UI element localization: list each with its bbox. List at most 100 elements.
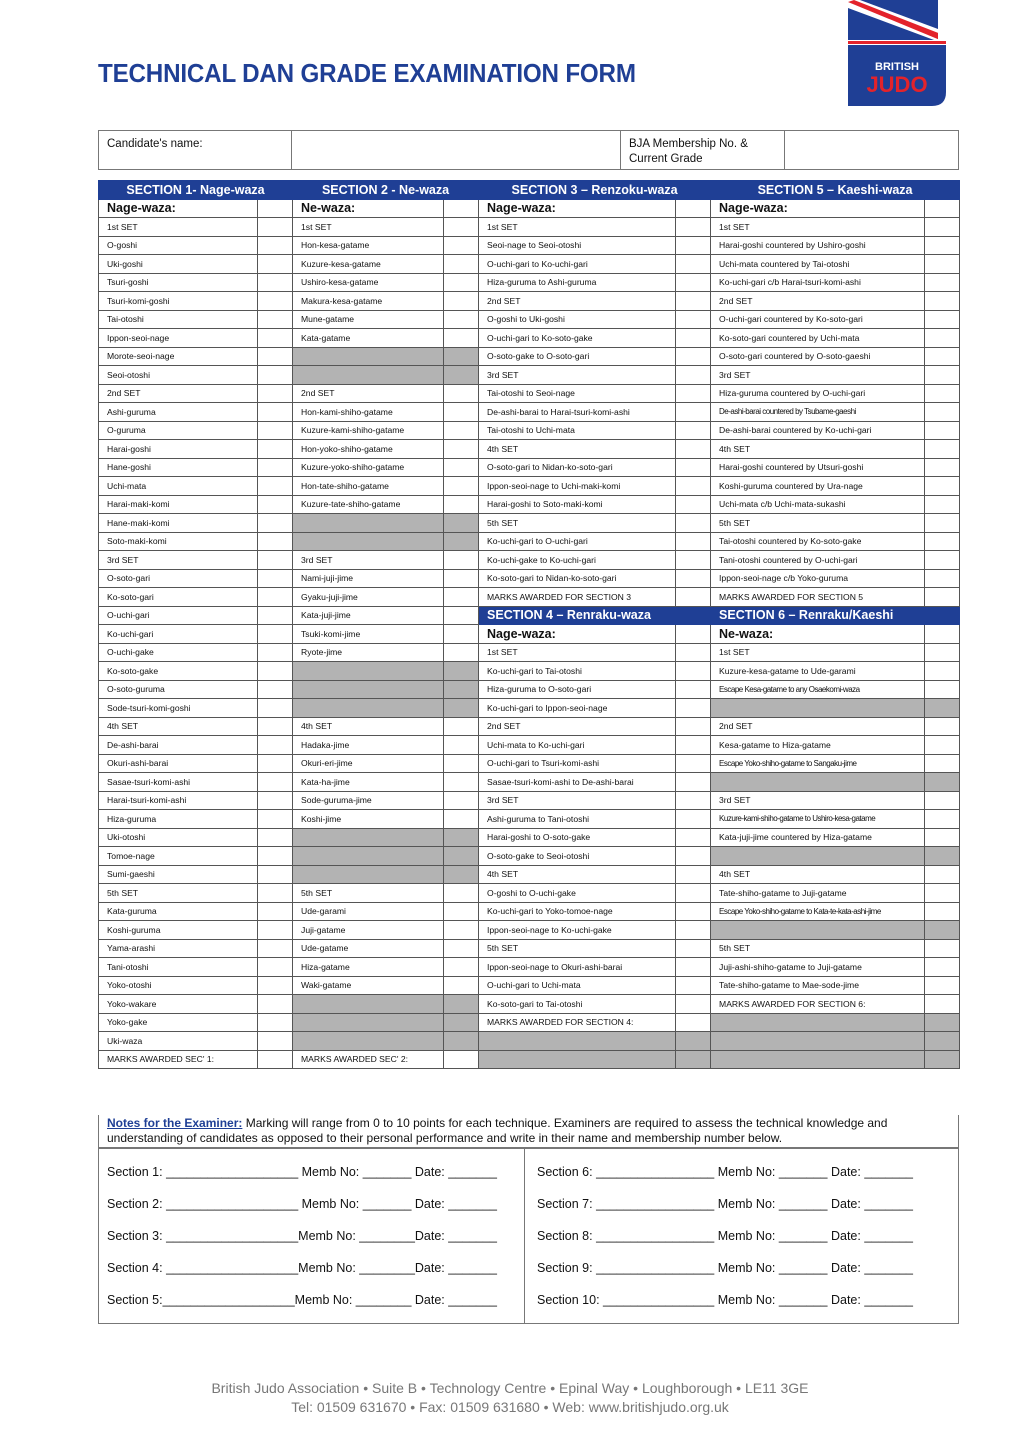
section6-score-cell[interactable] — [924, 661, 961, 681]
section3-score-cell[interactable] — [675, 309, 712, 329]
section5-score-cell[interactable] — [924, 420, 961, 440]
section6-score-cell[interactable] — [924, 994, 961, 1014]
section4-score-cell[interactable] — [675, 920, 712, 940]
section4-score-cell[interactable] — [675, 994, 712, 1014]
section2-score-cell[interactable] — [443, 735, 480, 755]
section5-score-cell[interactable] — [924, 309, 961, 329]
section1-score-cell[interactable] — [256, 439, 294, 459]
section3-score-cell[interactable] — [675, 476, 712, 496]
section3-score-cell[interactable] — [675, 217, 712, 237]
examiner-signature-line[interactable]: Section 4: ___________________Memb No: _… — [107, 1258, 524, 1290]
section2-score-cell[interactable] — [443, 716, 480, 736]
section6-score-cell[interactable] — [924, 679, 961, 699]
section2-score-cell[interactable] — [443, 217, 480, 237]
section1-score-cell[interactable] — [256, 994, 294, 1014]
section4-score-cell[interactable] — [675, 735, 712, 755]
section1-score-cell[interactable] — [256, 864, 294, 884]
section2-score-cell[interactable] — [443, 254, 480, 274]
section2-score-cell[interactable] — [443, 975, 480, 995]
section2-score-cell[interactable] — [443, 402, 480, 422]
section1-score-cell[interactable] — [256, 568, 294, 588]
section2-score-cell[interactable] — [443, 772, 480, 792]
section4-score-cell[interactable] — [675, 642, 712, 662]
section1-score-cell[interactable] — [256, 254, 294, 274]
section1-score-cell[interactable] — [256, 1049, 294, 1069]
section4-score-cell[interactable] — [675, 938, 712, 958]
section6-score-cell[interactable] — [924, 642, 961, 662]
examiner-signature-line[interactable]: Section 1: ___________________ Memb No: … — [107, 1162, 524, 1194]
section4-score-cell[interactable] — [675, 1012, 712, 1032]
examiner-signature-line[interactable]: Section 3: ___________________Memb No: _… — [107, 1226, 524, 1258]
section4-score-cell[interactable] — [675, 809, 712, 829]
section3-score-cell[interactable] — [675, 291, 712, 311]
section6-score-cell[interactable] — [924, 883, 961, 903]
section5-score-cell[interactable] — [924, 476, 961, 496]
section1-score-cell[interactable] — [256, 753, 294, 773]
section1-score-cell[interactable] — [256, 1031, 294, 1051]
section2-score-cell[interactable] — [443, 291, 480, 311]
examiner-signature-line[interactable]: Section 7: _________________ Memb No: __… — [537, 1194, 913, 1226]
section5-score-cell[interactable] — [924, 513, 961, 533]
section3-score-cell[interactable] — [675, 587, 712, 607]
section5-score-cell[interactable] — [924, 235, 961, 255]
section4-score-cell[interactable] — [675, 716, 712, 736]
section1-score-cell[interactable] — [256, 328, 294, 348]
section1-score-cell[interactable] — [256, 938, 294, 958]
section6-score-cell[interactable] — [924, 790, 961, 810]
section1-score-cell[interactable] — [256, 772, 294, 792]
section6-score-cell[interactable] — [924, 957, 961, 977]
section4-score-cell[interactable] — [675, 827, 712, 847]
section6-score-cell[interactable] — [924, 901, 961, 921]
examiner-signature-line[interactable]: Section 9: _________________ Memb No: __… — [537, 1258, 913, 1290]
section2-score-cell[interactable] — [443, 938, 480, 958]
section4-score-cell[interactable] — [675, 753, 712, 773]
section2-score-cell[interactable] — [443, 1049, 480, 1069]
examiner-signature-line[interactable]: Section 2: ___________________ Memb No: … — [107, 1194, 524, 1226]
section5-score-cell[interactable] — [924, 531, 961, 551]
section2-score-cell[interactable] — [443, 328, 480, 348]
section4-score-cell[interactable] — [675, 679, 712, 699]
section2-score-cell[interactable] — [443, 494, 480, 514]
section1-score-cell[interactable] — [256, 716, 294, 736]
section3-score-cell[interactable] — [675, 365, 712, 385]
section2-score-cell[interactable] — [443, 790, 480, 810]
section5-score-cell[interactable] — [924, 291, 961, 311]
section5-score-cell[interactable] — [924, 568, 961, 588]
section4-score-cell[interactable] — [675, 772, 712, 792]
section1-score-cell[interactable] — [256, 827, 294, 847]
section2-score-cell[interactable] — [443, 272, 480, 292]
section4-score-cell[interactable] — [675, 698, 712, 718]
section5-score-cell[interactable] — [924, 217, 961, 237]
section3-score-cell[interactable] — [675, 531, 712, 551]
section2-score-cell[interactable] — [443, 568, 480, 588]
section5-score-cell[interactable] — [924, 550, 961, 570]
section1-score-cell[interactable] — [256, 809, 294, 829]
candidate-name-field[interactable] — [292, 131, 621, 169]
section1-score-cell[interactable] — [256, 605, 294, 625]
section1-score-cell[interactable] — [256, 402, 294, 422]
section3-score-cell[interactable] — [675, 402, 712, 422]
section1-score-cell[interactable] — [256, 957, 294, 977]
section6-score-cell[interactable] — [924, 735, 961, 755]
section3-score-cell[interactable] — [675, 383, 712, 403]
section1-score-cell[interactable] — [256, 383, 294, 403]
section1-score-cell[interactable] — [256, 531, 294, 551]
section2-score-cell[interactable] — [443, 550, 480, 570]
section3-score-cell[interactable] — [675, 328, 712, 348]
section2-score-cell[interactable] — [443, 457, 480, 477]
section1-score-cell[interactable] — [256, 550, 294, 570]
section3-score-cell[interactable] — [675, 272, 712, 292]
section5-score-cell[interactable] — [924, 402, 961, 422]
section1-score-cell[interactable] — [256, 846, 294, 866]
examiner-signature-line[interactable]: Section 5:___________________Memb No: __… — [107, 1290, 524, 1322]
section5-score-cell[interactable] — [924, 254, 961, 274]
section6-score-cell[interactable] — [924, 827, 961, 847]
section4-score-cell[interactable] — [675, 957, 712, 977]
section1-score-cell[interactable] — [256, 272, 294, 292]
section1-score-cell[interactable] — [256, 420, 294, 440]
section2-score-cell[interactable] — [443, 809, 480, 829]
section2-score-cell[interactable] — [443, 624, 480, 644]
section3-score-cell[interactable] — [675, 235, 712, 255]
section4-score-cell[interactable] — [675, 661, 712, 681]
section1-score-cell[interactable] — [256, 679, 294, 699]
